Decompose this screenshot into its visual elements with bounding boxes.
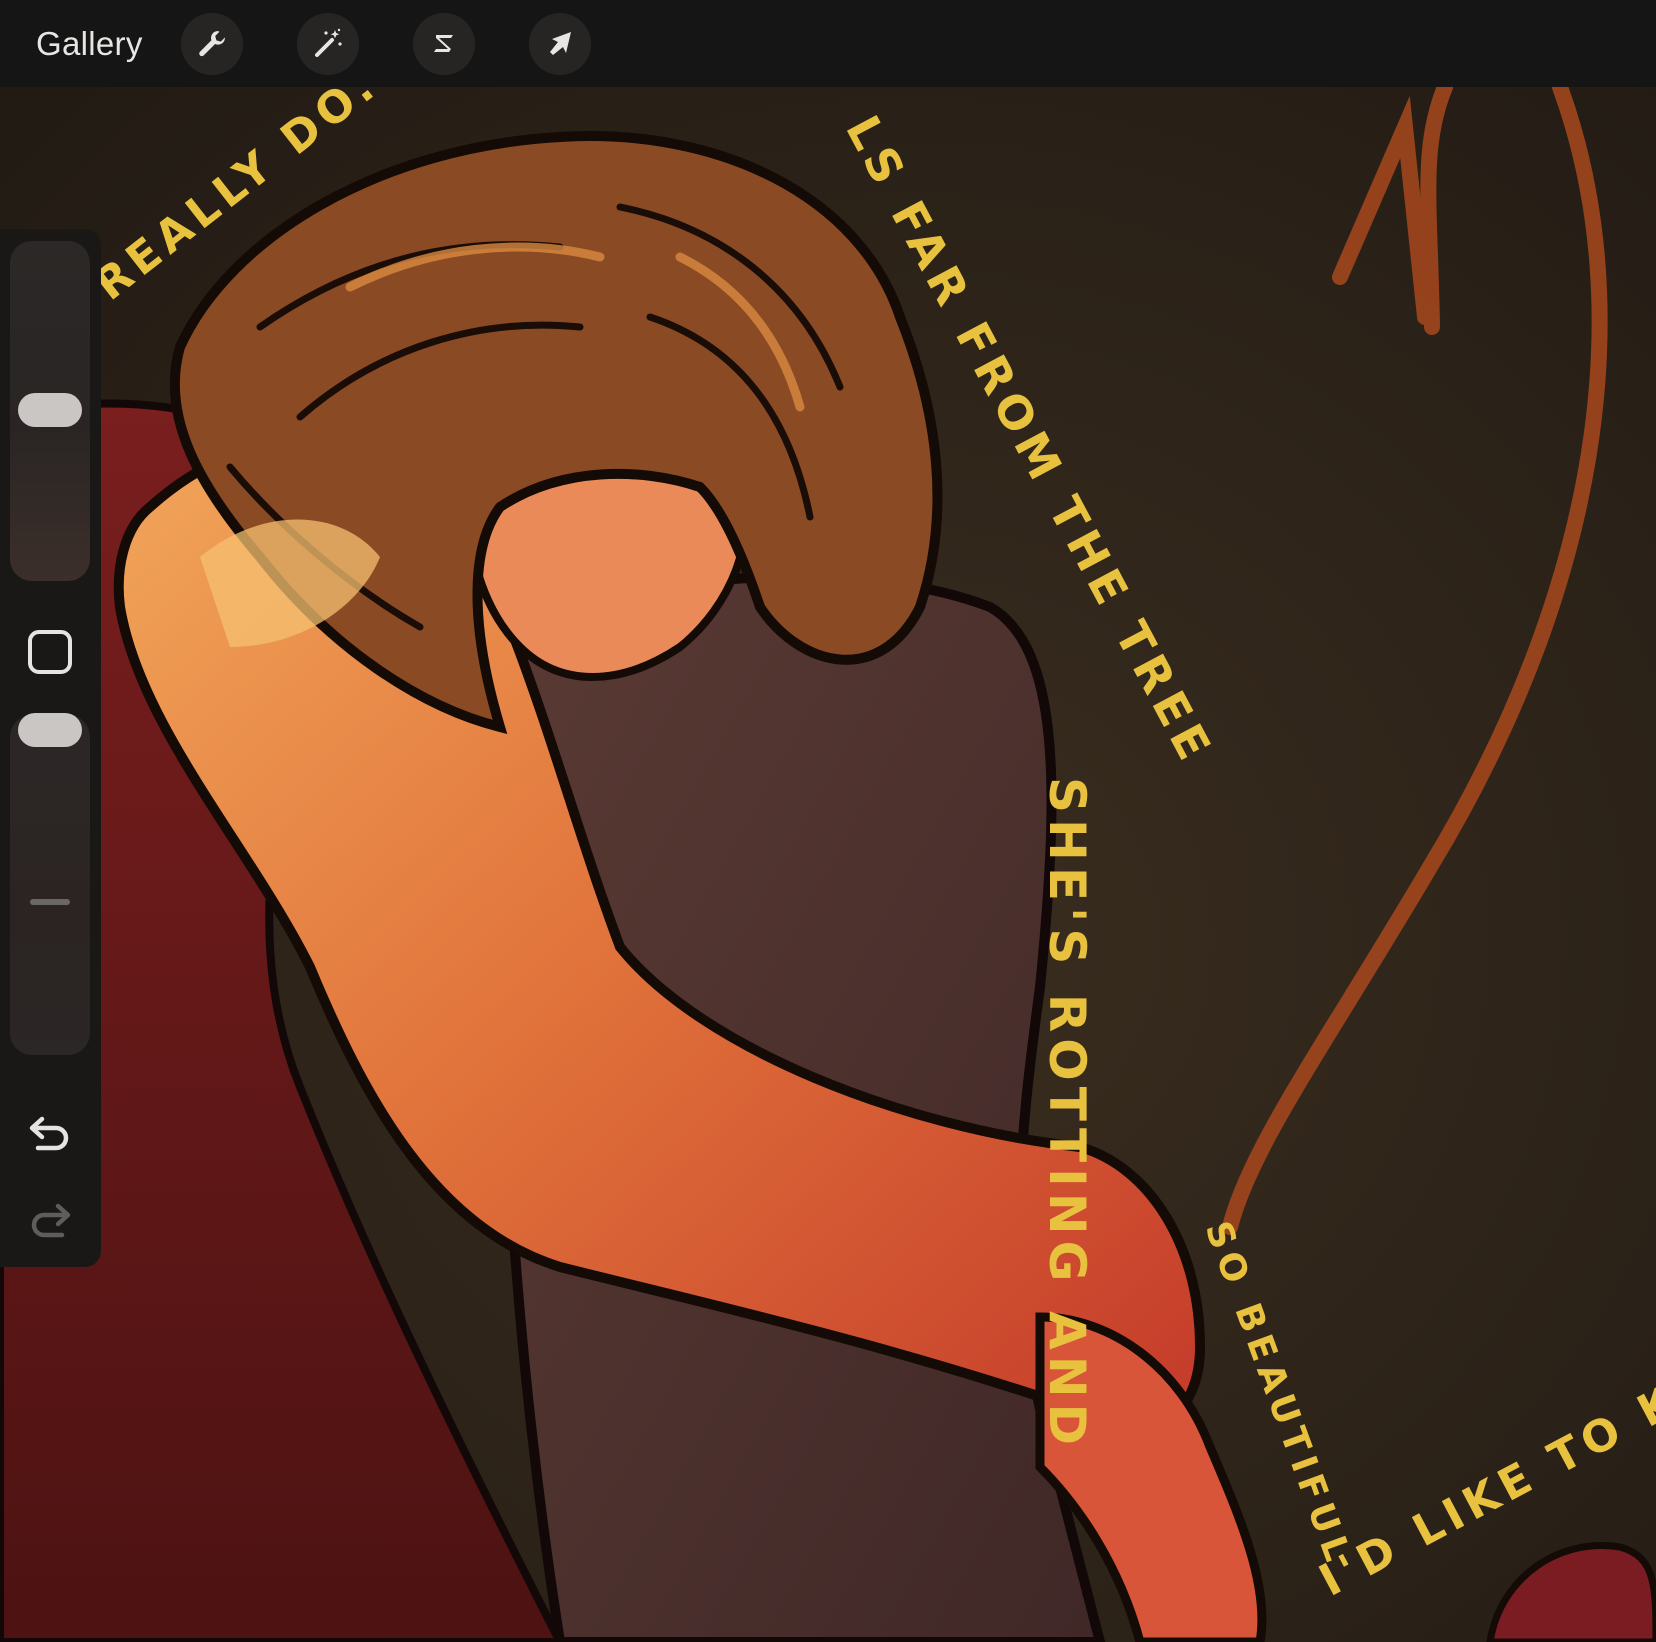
brush-size-slider[interactable] [10,241,90,581]
lettering-line-3: SHE'S ROTTING AND [1038,777,1096,1451]
transform-arrow-icon [549,31,571,55]
selection-icon [433,34,453,52]
selection-button[interactable] [412,12,475,75]
redo-icon [31,1203,71,1238]
top-toolbar: Gallery [0,0,1656,87]
redo-button[interactable] [24,1196,76,1244]
magic-wand-icon [314,28,342,57]
actions-button[interactable] [180,12,243,75]
undo-icon [29,1116,69,1151]
artwork-canvas[interactable]: REALLY DO. THE LS FAR FROM THE TREE SHE'… [0,87,1656,1642]
undo-button[interactable] [24,1109,76,1157]
adjustments-button[interactable] [296,12,359,75]
wrench-icon [198,30,225,56]
gallery-button[interactable]: Gallery [36,27,143,60]
brush-size-thumb[interactable] [18,393,82,427]
modify-button[interactable] [28,630,72,674]
opacity-slider[interactable] [10,713,90,1055]
opacity-thumb[interactable] [18,713,82,747]
slider-divider [30,899,70,905]
transform-button[interactable] [528,12,591,75]
artwork-illustration: REALLY DO. THE LS FAR FROM THE TREE SHE'… [0,87,1656,1642]
side-toolbar [0,229,101,1267]
